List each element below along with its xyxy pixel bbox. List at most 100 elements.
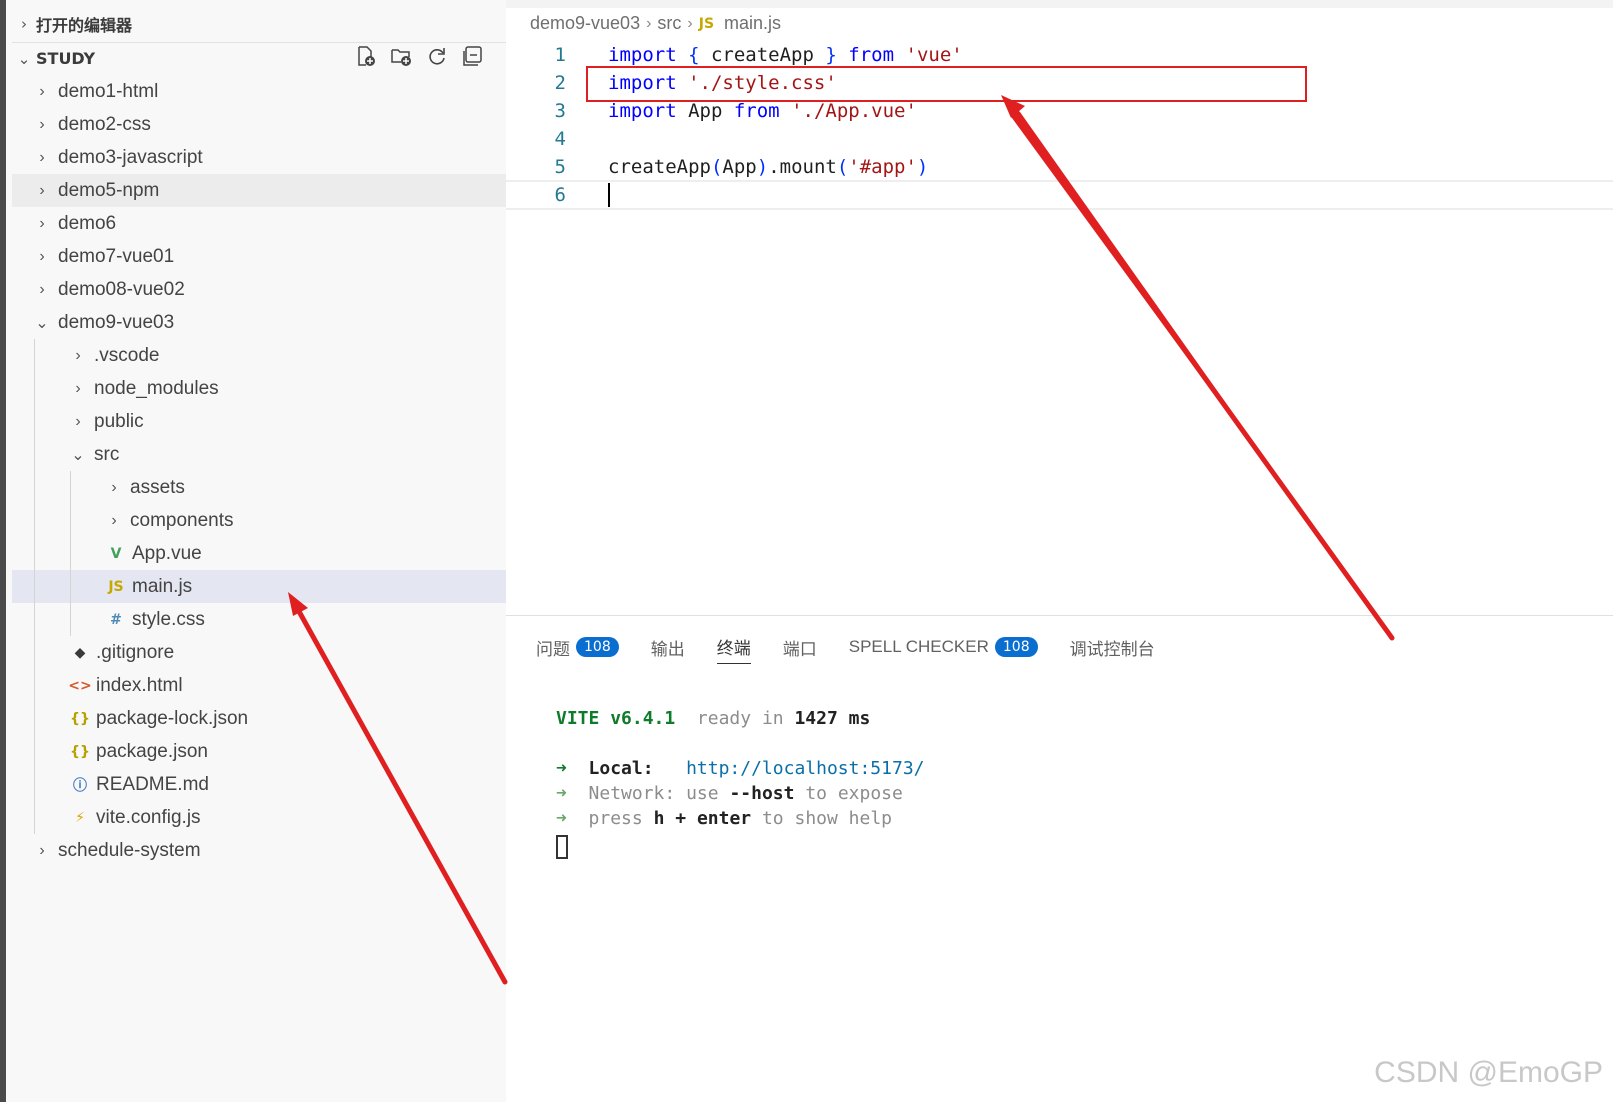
tree-item-label: style.css xyxy=(132,608,205,630)
tree-folder[interactable]: › schedule-system xyxy=(12,834,506,867)
tab-label: 终端 xyxy=(716,639,751,658)
tab-label: 问题 xyxy=(536,639,570,659)
tree-item-label: demo9-vue03 xyxy=(58,311,175,333)
tree-folder[interactable]: › node_modules xyxy=(12,372,506,405)
tree-file[interactable]: V App.vue xyxy=(12,537,506,570)
tab-ports[interactable]: 端口 xyxy=(783,630,817,664)
tree-item-label: node_modules xyxy=(94,377,219,399)
chevron-right-icon: › xyxy=(39,280,45,298)
chevron-down-icon: ⌄ xyxy=(17,49,31,68)
chevron-right-icon: › xyxy=(75,346,81,364)
collapse-all-icon[interactable] xyxy=(462,45,484,67)
tree-item-label: vite.config.js xyxy=(96,806,201,828)
tree-file[interactable]: JS main.js xyxy=(12,570,506,603)
terminal-line: ➜ press h + enter to show help xyxy=(556,808,893,829)
explorer-sidebar: › 打开的编辑器 ⌄ STUDY › demo1-html › demo2-css › d… xyxy=(0,0,506,1102)
tree-item-label: .vscode xyxy=(94,344,160,366)
tree-folder[interactable]: › .vscode xyxy=(12,339,506,372)
chevron-down-icon: ⌄ xyxy=(35,314,49,332)
chevron-right-icon: › xyxy=(39,247,45,265)
text-cursor xyxy=(608,183,610,207)
tree-folder[interactable]: › demo08-vue02 xyxy=(12,273,506,306)
css-icon: # xyxy=(110,611,122,628)
tree-file[interactable]: ⚡ vite.config.js xyxy=(12,801,506,834)
refresh-icon[interactable] xyxy=(426,45,448,67)
tree-folder[interactable]: › public xyxy=(12,405,506,438)
tree-file[interactable]: <> index.html xyxy=(12,669,506,702)
tree-item-label: demo7-vue01 xyxy=(58,245,175,267)
line-number: 6 xyxy=(554,184,566,206)
tree-item-label: demo5-npm xyxy=(58,179,160,201)
chevron-right-icon: › xyxy=(39,115,45,133)
bottom-panel: 问题 108 输出 终端 端口 SPELL CHECKER 108 调试控制台 … xyxy=(506,615,1613,1102)
code-line: 1 import { createApp } from 'vue' xyxy=(506,41,1613,69)
breadcrumb-item[interactable]: src xyxy=(657,13,681,34)
tree-folder[interactable]: › demo6 xyxy=(12,207,506,240)
tab-problems[interactable]: 问题 108 xyxy=(536,630,619,664)
chevron-right-icon: › xyxy=(646,14,652,32)
js-file-icon: JS xyxy=(698,15,715,32)
tree-folder[interactable]: › assets xyxy=(12,471,506,504)
breadcrumb-file[interactable]: main.js xyxy=(724,13,781,34)
tree-file[interactable]: {} package.json xyxy=(12,735,506,768)
tree-item-label: demo6 xyxy=(58,212,117,234)
tree-folder[interactable]: › demo5-npm xyxy=(12,174,506,207)
tree-file[interactable]: # style.css xyxy=(12,603,506,636)
tree-item-label: .gitignore xyxy=(96,641,175,663)
tab-output[interactable]: 输出 xyxy=(651,630,685,664)
new-folder-icon[interactable] xyxy=(390,45,412,67)
tree-item-label: index.html xyxy=(96,674,183,696)
tree-folder[interactable]: › demo3-javascript xyxy=(12,141,506,174)
tree-file[interactable]: ◆ .gitignore xyxy=(12,636,506,669)
tab-spell-checker[interactable]: SPELL CHECKER 108 xyxy=(849,630,1038,664)
git-icon: ◆ xyxy=(74,644,86,661)
indent-guide xyxy=(34,339,35,834)
code-line: 4 xyxy=(506,125,1613,153)
new-file-icon[interactable] xyxy=(354,45,376,67)
tree-folder[interactable]: ⌄ demo9-vue03 xyxy=(12,306,506,339)
tree-item-label: schedule-system xyxy=(58,839,201,861)
open-editors-section[interactable]: › 打开的编辑器 xyxy=(12,8,506,40)
tab-terminal[interactable]: 终端 xyxy=(716,630,751,664)
chevron-right-icon: › xyxy=(111,511,117,529)
tree-file[interactable]: ⓘ README.md xyxy=(12,768,506,801)
tree-item-label: package.json xyxy=(96,740,208,762)
local-url-link[interactable]: http://localhost:5173/ xyxy=(686,758,924,779)
tab-debug-console[interactable]: 调试控制台 xyxy=(1070,630,1155,664)
tree-item-label: public xyxy=(94,410,144,432)
chevron-right-icon: › xyxy=(39,214,45,232)
tree-item-label: demo08-vue02 xyxy=(58,278,185,300)
code-text: import App from './App.vue' xyxy=(608,100,917,122)
tree-file[interactable]: {} package-lock.json xyxy=(12,702,506,735)
tree-item-label: main.js xyxy=(132,575,193,597)
vue-icon: V xyxy=(110,545,122,562)
terminal-line: VITE v6.4.1 ready in 1427 ms xyxy=(556,708,871,729)
tab-label: 端口 xyxy=(782,639,817,659)
tree-folder[interactable]: › demo1-html xyxy=(12,75,506,108)
workspace-label: STUDY xyxy=(36,49,96,68)
tree-item-label: demo2-css xyxy=(58,113,151,135)
tab-strip xyxy=(506,0,1613,8)
line-number: 1 xyxy=(554,44,566,66)
breadcrumb-item[interactable]: demo9-vue03 xyxy=(530,13,640,34)
tree-folder[interactable]: › components xyxy=(12,504,506,537)
tree-folder[interactable]: ⌄ src xyxy=(12,438,506,471)
tree-folder[interactable]: › demo7-vue01 xyxy=(12,240,506,273)
count-badge: 108 xyxy=(576,637,619,657)
tree-folder[interactable]: › demo2-css xyxy=(12,108,506,141)
panel-tabs: 问题 108 输出 终端 端口 SPELL CHECKER 108 调试控制台 xyxy=(536,630,1155,664)
tree-item-label: package-lock.json xyxy=(96,707,249,729)
chevron-right-icon: › xyxy=(75,412,81,430)
info-icon: ⓘ xyxy=(73,777,87,794)
line-number: 2 xyxy=(554,72,566,94)
current-code-line: 6 xyxy=(506,180,1613,210)
terminal-cursor xyxy=(556,835,568,859)
annotation-highlight-box xyxy=(586,66,1307,102)
workspace-section[interactable]: ⌄ STUDY xyxy=(12,42,506,74)
tree-item-label: demo1-html xyxy=(58,80,159,102)
vite-icon: ⚡ xyxy=(75,809,85,826)
code-text: import { createApp } from 'vue' xyxy=(608,44,963,66)
line-number: 4 xyxy=(554,128,566,150)
chevron-right-icon: › xyxy=(687,14,693,32)
chevron-right-icon: › xyxy=(39,181,45,199)
